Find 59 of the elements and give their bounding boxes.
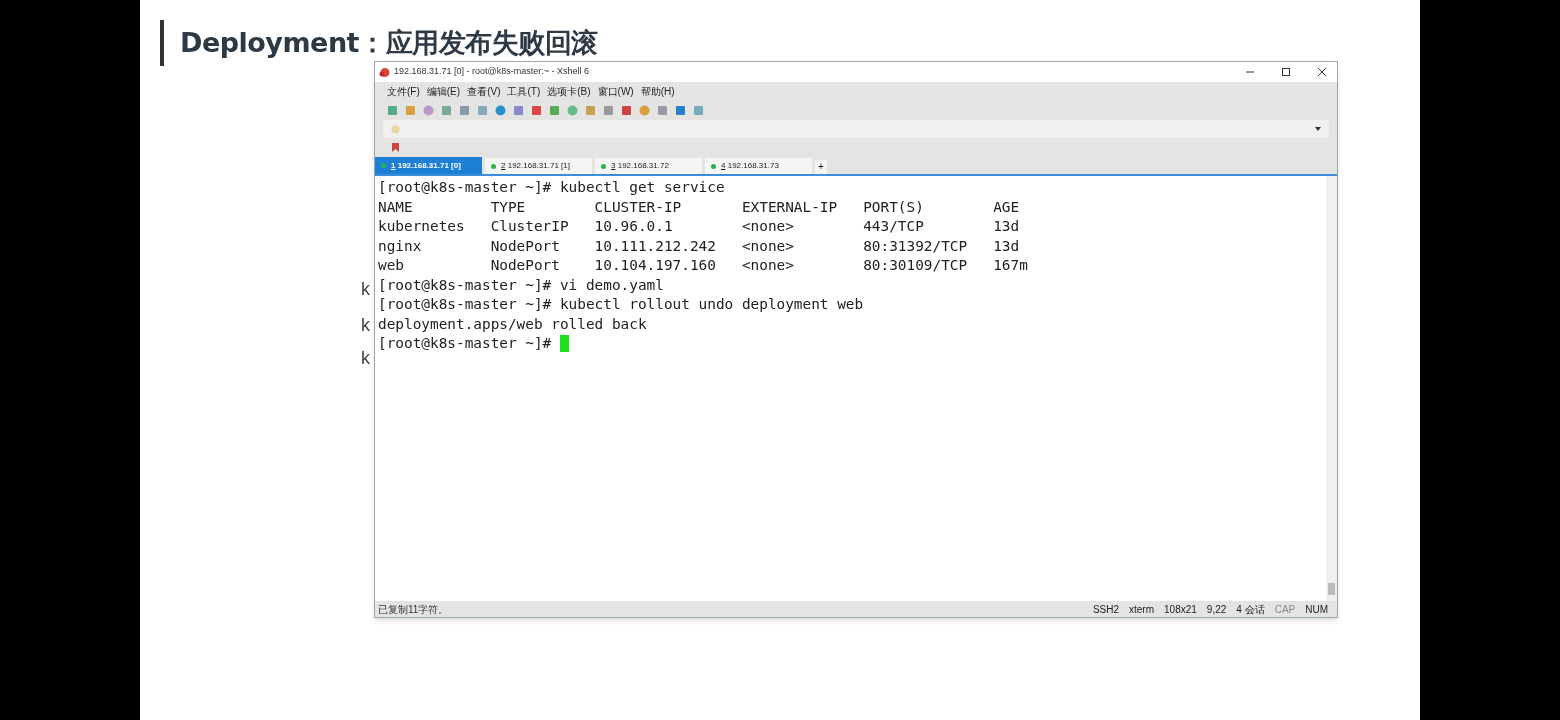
new-tab-button[interactable]: + — [815, 160, 827, 174]
terminal-line: web NodePort 10.104.197.160 <none> 80:30109/TCP 167m — [378, 256, 1028, 275]
toolbar-icon[interactable] — [675, 105, 686, 116]
toolbar-icon[interactable] — [441, 105, 452, 116]
status-item: 4 会话 — [1236, 602, 1265, 617]
terminal-line: [root@k8s-master ~]# kubectl rollout undo deployment web — [378, 295, 864, 314]
session-tab[interactable]: 1 192.168.31.71 [0] — [375, 157, 482, 174]
terminal-line: [root@k8s-master ~]# kubectl get service — [378, 178, 725, 197]
toolbar-icon[interactable] — [459, 105, 470, 116]
terminal-line: [root@k8s-master ~]# vi demo.yaml — [378, 275, 664, 295]
window-title: 192.168.31.71 [0] - root@k8s-master:~ - Xshell 6 — [394, 65, 589, 79]
toolbar-icon[interactable] — [693, 105, 704, 116]
status-message: 已复制11字符。 — [378, 602, 449, 617]
toolbar-icon[interactable] — [603, 105, 614, 116]
menu-item[interactable]: 选项卡(B) — [547, 84, 591, 99]
terminal-line: NAME TYPE CLUSTER-IP EXTERNAL-IP PORT(S) AGE — [378, 197, 1020, 217]
menu-item[interactable]: 编辑(E) — [426, 84, 461, 99]
menu-item[interactable]: 查看(V) — [467, 84, 501, 99]
app-icon — [379, 66, 390, 78]
toolbar-icon[interactable] — [567, 105, 578, 116]
session-tab[interactable]: 4 192.168.31.73 — [705, 158, 812, 174]
toolbar-icon[interactable] — [621, 105, 632, 116]
session-tab[interactable]: 3 192.168.31.72 — [595, 158, 702, 174]
bookmark-icon — [391, 142, 400, 152]
session-tab[interactable]: 2 192.168.31.71 [1] — [485, 158, 592, 174]
menu-item[interactable]: 窗口(W) — [597, 84, 634, 99]
scrollbar[interactable] — [1326, 176, 1337, 601]
toolbar-icon[interactable] — [549, 105, 560, 116]
toolbar-icon[interactable] — [639, 105, 650, 116]
toolbar-icon[interactable] — [405, 105, 416, 116]
toolbar-icon[interactable] — [513, 105, 524, 116]
toolbar-icon[interactable] — [531, 105, 542, 116]
status-item: xterm — [1129, 602, 1155, 617]
status-item: 108x21 — [1164, 602, 1197, 617]
status-item: SSH2 — [1092, 602, 1120, 617]
toolbar-icon[interactable] — [495, 105, 506, 116]
terminal-line: nginx NodePort 10.111.212.242 <none> 80:31392/TCP 13d — [378, 236, 1020, 256]
slide-text: k — [361, 347, 370, 370]
toolbar-icon[interactable] — [477, 105, 488, 116]
toolbar-icon[interactable] — [387, 105, 398, 116]
status-item: 9,22 — [1206, 602, 1227, 617]
close-icon[interactable] — [1317, 67, 1327, 77]
toolbar-icon[interactable] — [657, 105, 668, 116]
maximize-icon[interactable] — [1281, 67, 1291, 77]
slide-text: k — [361, 314, 370, 337]
menu-item[interactable]: 工具(T) — [507, 84, 541, 99]
slide-title: Deployment：应用发布失败回滚 — [180, 25, 598, 60]
dropdown-caret-icon[interactable] — [1315, 127, 1321, 131]
slide-text: k — [361, 278, 370, 301]
toolbar-icon[interactable] — [585, 105, 596, 116]
status-item: CAP — [1274, 602, 1296, 617]
menu-item[interactable]: 帮助(H) — [640, 84, 675, 99]
title-bar-accent — [160, 20, 164, 66]
terminal-line: kubernetes ClusterIP 10.96.0.1 <none> 443/TCP 13d — [378, 217, 1020, 236]
terminal-line: [root@k8s-master ~]# — [378, 334, 553, 353]
toolbar-icon[interactable] — [423, 105, 434, 116]
menu-item[interactable]: 文件(F) — [387, 84, 420, 99]
status-item: NUM — [1305, 602, 1328, 617]
terminal-line: deployment.apps/web rolled back — [378, 314, 647, 334]
